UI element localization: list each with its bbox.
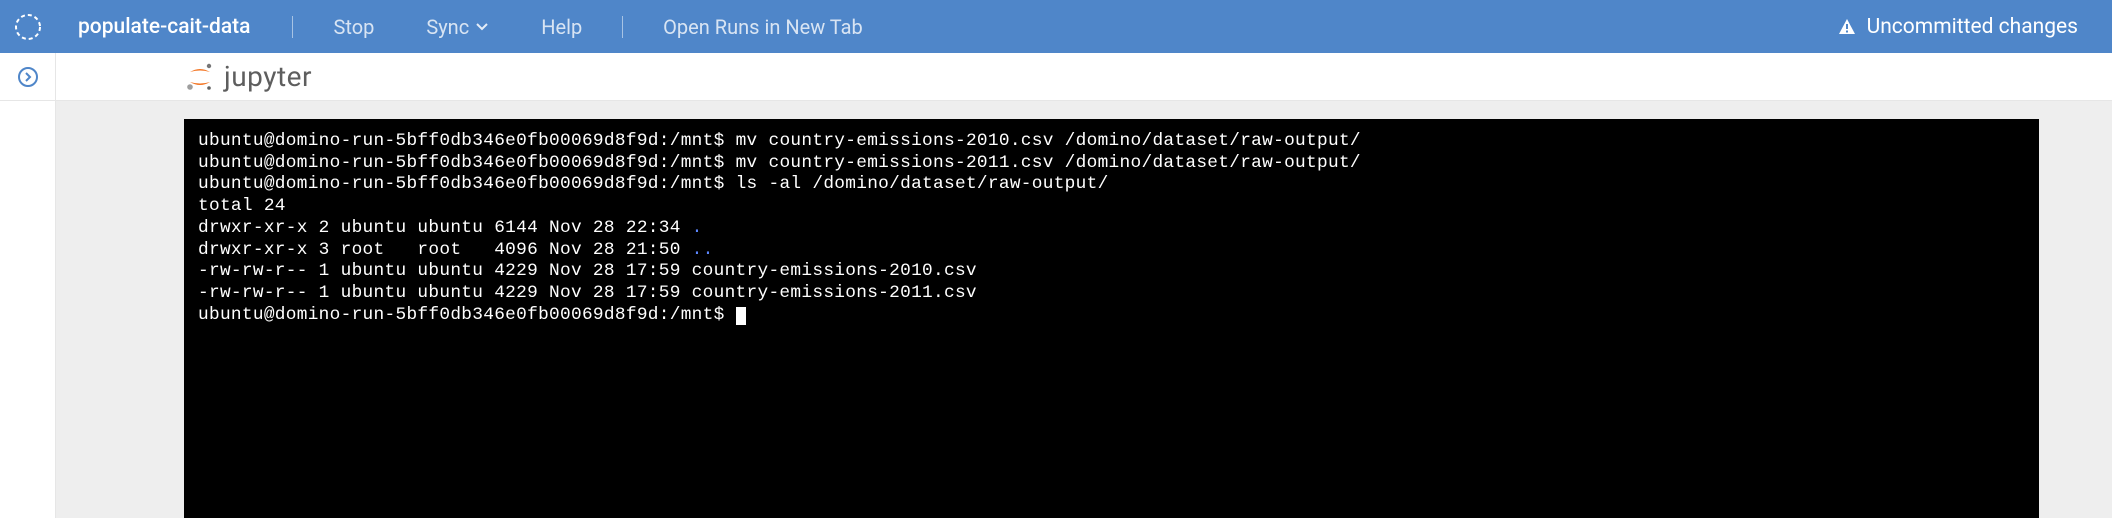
terminal-cmd: mv country-emissions-2010.csv /domino/da… (725, 131, 1361, 151)
terminal-cursor (736, 307, 746, 325)
expand-icon (17, 66, 39, 88)
terminal-output: -rw-rw-r-- 1 ubuntu ubuntu 4229 Nov 28 1… (198, 261, 692, 281)
sync-label: Sync (426, 15, 469, 39)
domino-logo[interactable] (0, 0, 56, 53)
domino-logo-icon (13, 12, 43, 42)
help-menu[interactable]: Help (515, 15, 608, 39)
terminal-prompt: ubuntu@domino-run-5bff0db346e0fb00069d8f… (198, 131, 725, 151)
terminal-output-name: country-emissions-2010.csv (692, 261, 977, 281)
terminal-prompt: ubuntu@domino-run-5bff0db346e0fb00069d8f… (198, 153, 725, 173)
main: ubuntu@domino-run-5bff0db346e0fb00069d8f… (56, 101, 2112, 518)
terminal-cmd: mv country-emissions-2011.csv /domino/da… (725, 153, 1361, 173)
terminal-output: total 24 (198, 196, 286, 216)
terminal-output-name: .. (692, 240, 714, 260)
project-name[interactable]: populate-cait-data (56, 15, 278, 39)
terminal-output: -rw-rw-r-- 1 ubuntu ubuntu 4229 Nov 28 1… (198, 283, 692, 303)
terminal-output-name: country-emissions-2011.csv (692, 283, 977, 303)
sync-menu[interactable]: Sync (400, 15, 515, 39)
stop-menu[interactable]: Stop (307, 15, 400, 39)
terminal[interactable]: ubuntu@domino-run-5bff0db346e0fb00069d8f… (184, 119, 2039, 518)
sidebar-toggle[interactable] (0, 53, 56, 100)
terminal-output-name: . (692, 218, 703, 238)
jupyter-label: jupyter (224, 60, 312, 93)
top-bar: populate-cait-data Stop Sync Help Open R… (0, 0, 2112, 53)
terminal-output: drwxr-xr-x 2 ubuntu ubuntu 6144 Nov 28 2… (198, 218, 692, 238)
uncommitted-status[interactable]: Uncommitted changes (1837, 15, 2112, 39)
divider (292, 16, 293, 38)
terminal-output: drwxr-xr-x 3 root root 4096 Nov 28 21:50 (198, 240, 692, 260)
jupyter-icon (184, 61, 216, 93)
open-runs-menu[interactable]: Open Runs in New Tab (637, 15, 889, 39)
chevron-down-icon (475, 20, 489, 34)
jupyter-logo[interactable]: jupyter (56, 53, 312, 100)
content-area: ubuntu@domino-run-5bff0db346e0fb00069d8f… (0, 101, 2112, 518)
uncommitted-label: Uncommitted changes (1867, 15, 2078, 39)
sidebar (0, 101, 56, 518)
jupyter-header-row: jupyter (0, 53, 2112, 101)
terminal-prompt: ubuntu@domino-run-5bff0db346e0fb00069d8f… (198, 174, 725, 194)
terminal-prompt: ubuntu@domino-run-5bff0db346e0fb00069d8f… (198, 305, 736, 325)
warning-icon (1837, 17, 1857, 37)
divider (622, 16, 623, 38)
terminal-cmd: ls -al /domino/dataset/raw-output/ (725, 174, 1109, 194)
